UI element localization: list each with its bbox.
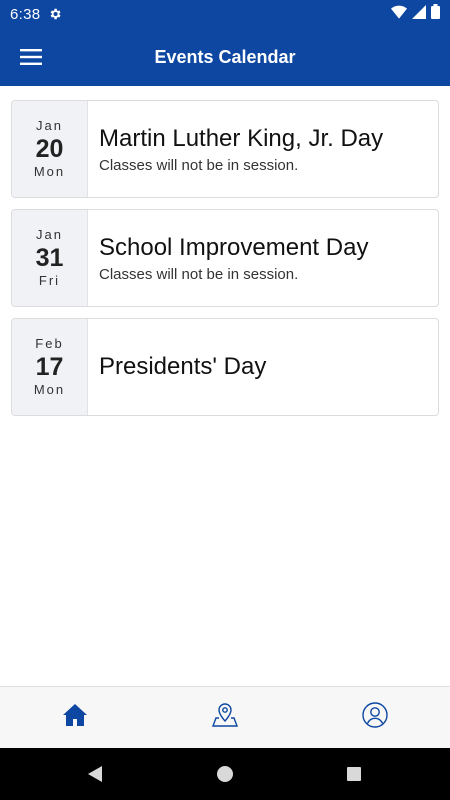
event-info: School Improvement Day Classes will not … (88, 210, 438, 306)
event-card-presidents-day[interactable]: Feb 17 Mon Presidents' Day (11, 318, 439, 416)
event-info: Presidents' Day (88, 319, 438, 415)
system-nav-bar (0, 748, 450, 800)
event-month: Jan (36, 227, 63, 242)
event-month: Jan (36, 118, 63, 133)
event-card-school-improvement-day[interactable]: Jan 31 Fri School Improvement Day Classe… (11, 209, 439, 307)
events-list: Jan 20 Mon Martin Luther King, Jr. Day C… (0, 86, 450, 686)
recents-icon[interactable] (342, 762, 366, 786)
event-day: 31 (35, 244, 64, 272)
event-description: Classes will not be in session. (99, 157, 299, 174)
home-circle-icon[interactable] (213, 762, 237, 786)
map-pin-icon (211, 701, 239, 734)
signal-icon (412, 4, 426, 24)
status-time: 6:38 (10, 5, 41, 23)
event-month: Feb (35, 336, 64, 351)
back-icon[interactable] (83, 762, 107, 786)
app-bar: Events Calendar (0, 28, 450, 86)
event-card-mlk-day[interactable]: Jan 20 Mon Martin Luther King, Jr. Day C… (11, 100, 439, 198)
bottom-nav (0, 686, 450, 748)
battery-icon (431, 4, 440, 24)
event-weekday: Fri (38, 273, 61, 288)
event-title: School Improvement Day (99, 234, 369, 261)
event-description: Classes will not be in session. (99, 266, 299, 283)
settings-icon (48, 7, 62, 21)
user-profile-icon (361, 701, 389, 734)
home-icon (62, 703, 88, 732)
event-date: Feb 17 Mon (12, 319, 88, 415)
event-date: Jan 31 Fri (12, 210, 88, 306)
nav-map[interactable] (150, 687, 300, 748)
event-title: Presidents' Day (99, 353, 267, 380)
hamburger-menu-icon[interactable] (12, 37, 50, 77)
nav-home[interactable] (0, 687, 150, 748)
status-bar: 6:38 (0, 0, 450, 28)
wifi-icon (391, 5, 407, 24)
event-day: 17 (35, 353, 64, 381)
event-title: Martin Luther King, Jr. Day (99, 125, 384, 152)
event-day: 20 (35, 135, 64, 163)
event-date: Jan 20 Mon (12, 101, 88, 197)
page-title: Events Calendar (154, 46, 296, 67)
event-weekday: Mon (33, 382, 66, 397)
event-weekday: Mon (33, 164, 66, 179)
event-info: Martin Luther King, Jr. Day Classes will… (88, 101, 438, 197)
nav-profile[interactable] (300, 687, 450, 748)
